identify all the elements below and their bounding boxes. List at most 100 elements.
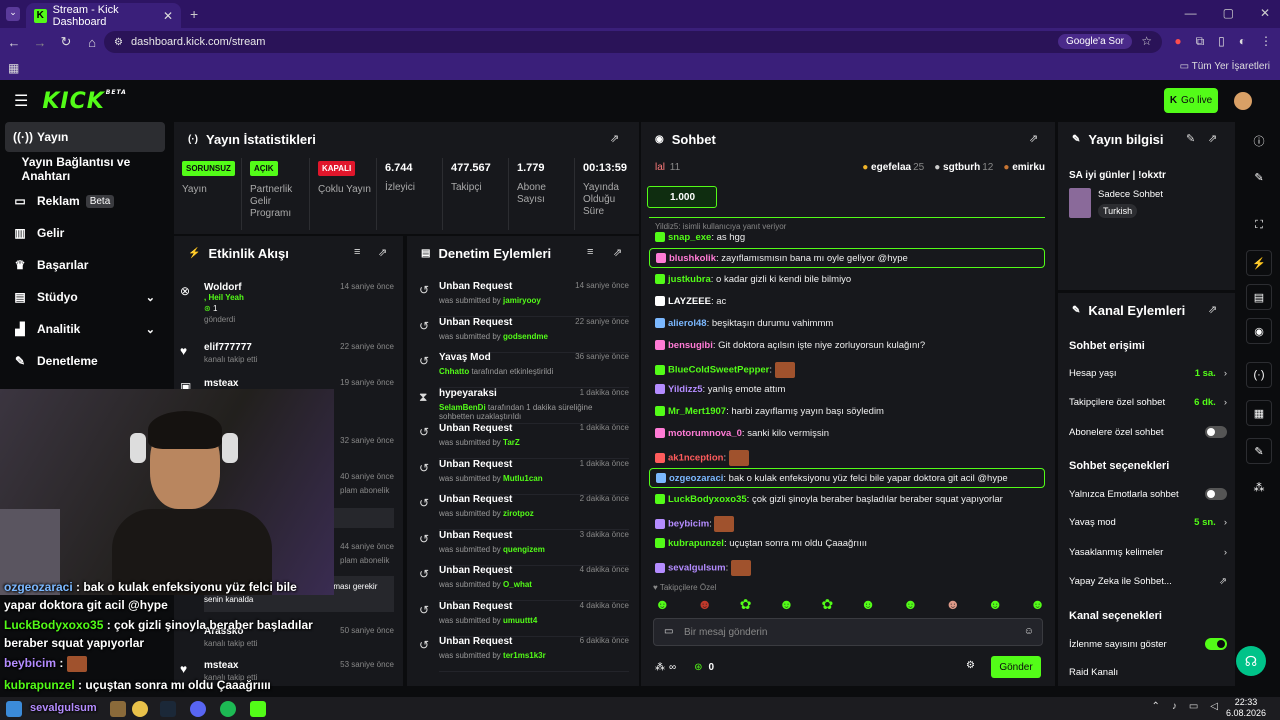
chat-username[interactable]: bensugibi [668, 340, 713, 351]
send-button[interactable]: Gönder [991, 656, 1041, 678]
emote[interactable]: ☻ [655, 596, 670, 613]
chat-input[interactable]: ▭ Bir mesaj gönderin ☺ [653, 618, 1043, 646]
mod-user[interactable]: Chhatto [439, 367, 469, 376]
chrome-icon[interactable] [132, 701, 148, 717]
stack-icon[interactable]: ▦ [1246, 400, 1272, 426]
lightning-icon[interactable]: ⚡ [1246, 250, 1272, 276]
popout-icon[interactable]: ⇗ [1208, 303, 1217, 316]
chat-message[interactable]: Yildizz5: yanlış emote attım [655, 384, 785, 395]
chevron-up-icon[interactable]: ⌃ [1151, 701, 1159, 712]
chat-username[interactable]: beybicim [668, 519, 709, 530]
sidebar-item-studyo[interactable]: ▤ Stüdyo ⌄ [5, 282, 165, 312]
popout-icon[interactable]: ⇗ [378, 246, 387, 259]
app-icon[interactable] [110, 701, 126, 717]
chat-username[interactable]: Yildizz5 [668, 384, 703, 395]
sidebar-item-analitik[interactable]: ▟ Analitik ⌄ [5, 314, 165, 344]
chat-message[interactable]: sevalgulsum: [655, 560, 751, 576]
all-bookmarks[interactable]: ▭ Tüm Yer İşaretleri [1180, 61, 1270, 72]
emote[interactable]: ☻ [861, 596, 876, 613]
moderation-item[interactable]: ↺ Unban Request 1 dakika önce was submitted… [419, 459, 629, 495]
moderation-item[interactable]: ⧗ hypeyaraksi 1 dakika önce SelamBenDi tara… [419, 388, 629, 424]
forward-icon[interactable]: → [28, 35, 52, 50]
chat-message[interactable]: BlueColdSweetPepper: [655, 362, 795, 378]
moderation-item[interactable]: ↺ Unban Request 4 dakika önce was submitted… [419, 601, 629, 637]
apps-icon[interactable]: ⁂ [1246, 474, 1272, 500]
mod-user[interactable]: TarZ [503, 438, 520, 447]
emote[interactable]: ☻ [779, 596, 794, 613]
chat-message[interactable]: motorumnova_0: sanki kilo vermişsin [655, 428, 829, 439]
tab-search-icon[interactable]: ⌄ [6, 7, 20, 21]
chat-username[interactable]: snap_exe [668, 232, 711, 243]
popout-icon[interactable]: ⇗ [1208, 132, 1217, 145]
network-icon[interactable]: ▭ [1189, 701, 1198, 712]
split-icon[interactable]: ▯ [1218, 34, 1225, 49]
google-search-button[interactable]: Google'a Sor [1057, 34, 1132, 49]
settings-dots-icon[interactable]: ⁂ [655, 662, 665, 673]
emote[interactable]: ☻ [946, 596, 961, 613]
chat-username[interactable]: LAYZEEE [668, 296, 711, 307]
extensions-puzzle-icon[interactable]: ⧉ [1196, 34, 1205, 49]
clock[interactable]: 22:33 6.08.2026 [1226, 697, 1266, 719]
chat-username[interactable]: blushkolik [669, 253, 716, 264]
sidebar-item-denetleme[interactable]: ✎ Denetleme [5, 346, 165, 376]
emote[interactable]: ☻ [988, 596, 1003, 613]
chat-username[interactable]: ak1nception [668, 453, 723, 464]
close-tab-icon[interactable]: ✕ [163, 9, 173, 23]
chat-username[interactable]: justkubra [668, 274, 711, 285]
chat-message[interactable]: bensugibi: Git doktora açılsın işte niye… [655, 340, 925, 351]
moderation-item[interactable]: ↺ Unban Request 14 saniye önce was submitte… [419, 281, 629, 317]
menu-icon[interactable]: ⋮ [1260, 34, 1272, 49]
chat-message[interactable]: justkubra: o kadar gizli ki kendi bile b… [655, 274, 851, 285]
fullscreen-icon[interactable]: ⛶ [1246, 212, 1272, 238]
moderation-item[interactable]: ↺ Unban Request 1 dakika önce was submitted… [419, 423, 629, 459]
emoji-icon[interactable]: ☺ [1024, 626, 1034, 637]
points-icon[interactable]: ⊛ [694, 662, 702, 673]
moderation-item[interactable]: ↺ Unban Request 3 dakika önce was submitted… [419, 530, 629, 566]
slow-mode-row[interactable]: Yavaş mod 5 sn. › [1069, 517, 1227, 528]
document-icon[interactable]: ▤ [1246, 284, 1272, 310]
microphone-icon[interactable]: ♪ [1172, 701, 1177, 712]
broadcast-icon[interactable]: (·) [1246, 362, 1272, 388]
chat-message[interactable]: snap_exe: as hgg [655, 232, 745, 243]
mod-user[interactable]: jamiryooy [503, 296, 541, 305]
moderation-item[interactable]: ↺ Yavaş Mod 36 saniye önce Chhatto tarafınd… [419, 352, 629, 388]
emote[interactable]: ✿ [821, 596, 833, 613]
chat-username[interactable]: LuckBodyxoxo35 [668, 494, 747, 505]
back-icon[interactable]: ← [2, 35, 26, 50]
volume-icon[interactable]: ◁ [1210, 701, 1218, 712]
profile-icon[interactable]: ◐ [1239, 34, 1246, 49]
spotify-icon[interactable] [220, 701, 236, 717]
user-avatar[interactable] [1234, 92, 1252, 110]
start-icon[interactable] [6, 701, 22, 717]
stream-category[interactable]: Sadece Sohbet [1098, 189, 1163, 200]
chat-username[interactable]: alierol48 [668, 318, 707, 329]
mod-user[interactable]: godsendme [503, 332, 548, 341]
sidebar-item-gelir[interactable]: ▥ Gelir [5, 218, 165, 248]
subs-chat-toggle[interactable] [1205, 426, 1227, 438]
moderation-item[interactable]: ↺ Unban Request 2 dakika önce was submitted… [419, 494, 629, 530]
popout-icon[interactable]: ⇗ [613, 246, 622, 259]
chat-message[interactable]: LAYZEEE: ac [655, 296, 726, 307]
emote[interactable]: ✿ [740, 596, 752, 613]
account-age-row[interactable]: Hesap yaşı 1 sa. › [1069, 368, 1227, 379]
wrench-icon[interactable]: ✎ [1246, 438, 1272, 464]
emote[interactable]: ☻ [903, 596, 918, 613]
minimize-icon[interactable]: — [1185, 6, 1197, 20]
moderation-item[interactable]: ↺ Unban Request 22 saniye önce was submitte… [419, 317, 629, 353]
ai-chat-row[interactable]: Yapay Zeka ile Sohbet... ⇗ [1069, 576, 1227, 587]
browser-tab[interactable]: K Stream - Kick Dashboard ✕ [26, 3, 181, 28]
mod-user[interactable]: SelamBenDi [439, 403, 486, 412]
bookmark-star-icon[interactable]: ☆ [1141, 34, 1152, 48]
site-info-icon[interactable]: ⚙ [114, 37, 123, 48]
moderation-item[interactable]: ↺ Unban Request 6 dakika önce was submitted… [419, 636, 629, 672]
banned-words-row[interactable]: Yasaklanmış kelimeler › [1069, 547, 1227, 558]
mod-user[interactable]: umuuttt4 [503, 616, 537, 625]
maximize-icon[interactable]: ▢ [1223, 6, 1234, 20]
chat-username[interactable]: Mr_Mert1907 [668, 406, 726, 417]
sidebar-item-stream-key[interactable]: Yayın Bağlantısı ve Anahtarı [5, 154, 165, 184]
close-window-icon[interactable]: ✕ [1260, 6, 1270, 20]
chat-message[interactable]: ak1nception: [655, 450, 749, 466]
mod-user[interactable]: ter1ms1k3r [503, 651, 546, 660]
sidebar-item-reklam[interactable]: ▭ Reklam Beta [5, 186, 165, 216]
chat-username[interactable]: sevalgulsum [668, 563, 726, 574]
